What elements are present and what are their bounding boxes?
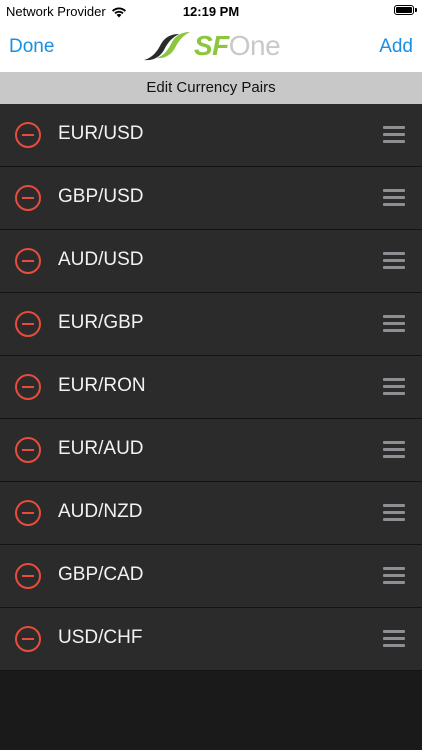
list-item: AUD/NZD [0, 482, 422, 545]
pair-label: GBP/CAD [58, 564, 144, 585]
logo-one: One [228, 30, 281, 61]
delete-icon[interactable] [15, 122, 41, 148]
list-item: GBP/CAD [0, 545, 422, 608]
list-item: EUR/RON [0, 356, 422, 419]
reorder-handle-icon[interactable] [383, 189, 405, 207]
done-button[interactable]: Done [9, 36, 54, 58]
pair-label: GBP/USD [58, 186, 144, 207]
status-bar: Network Provider 12:19 PM [0, 0, 422, 22]
logo-swoosh-icon [144, 32, 190, 61]
pair-label: EUR/USD [58, 123, 144, 144]
app-logo: SFOne [142, 28, 281, 64]
pair-label: USD/CHF [58, 627, 143, 648]
reorder-handle-icon[interactable] [383, 441, 405, 459]
reorder-handle-icon[interactable] [383, 504, 405, 522]
status-time: 12:19 PM [182, 4, 240, 19]
list-item: EUR/USD [0, 104, 422, 167]
delete-icon[interactable] [15, 500, 41, 526]
delete-icon[interactable] [15, 626, 41, 652]
add-button[interactable]: Add [379, 36, 413, 58]
list-item: GBP/USD [0, 167, 422, 230]
reorder-handle-icon[interactable] [383, 252, 405, 270]
delete-icon[interactable] [15, 374, 41, 400]
list-item: AUD/USD [0, 230, 422, 293]
delete-icon[interactable] [15, 185, 41, 211]
currency-pair-list: EUR/USD GBP/USD AUD/USD EUR/GBP EUR/RON … [0, 104, 422, 671]
reorder-handle-icon[interactable] [383, 126, 405, 144]
reorder-handle-icon[interactable] [383, 378, 405, 396]
pair-label: AUD/USD [58, 249, 144, 270]
list-item: USD/CHF [0, 608, 422, 671]
pair-label: EUR/RON [58, 375, 146, 396]
list-item: EUR/AUD [0, 419, 422, 482]
logo-sf: SF [194, 30, 229, 61]
reorder-handle-icon[interactable] [383, 315, 405, 333]
list-item: EUR/GBP [0, 293, 422, 356]
section-header: Edit Currency Pairs [0, 72, 422, 104]
navigation-bar: Done SFOne Add [0, 22, 422, 72]
battery-icon [394, 5, 417, 15]
logo-wordmark: SFOne [194, 30, 281, 62]
reorder-handle-icon[interactable] [383, 567, 405, 585]
pair-label: EUR/AUD [58, 438, 144, 459]
pair-label: EUR/GBP [58, 312, 144, 333]
delete-icon[interactable] [15, 563, 41, 589]
delete-icon[interactable] [15, 437, 41, 463]
pair-label: AUD/NZD [58, 501, 143, 522]
delete-icon[interactable] [15, 311, 41, 337]
reorder-handle-icon[interactable] [383, 630, 405, 648]
delete-icon[interactable] [15, 248, 41, 274]
